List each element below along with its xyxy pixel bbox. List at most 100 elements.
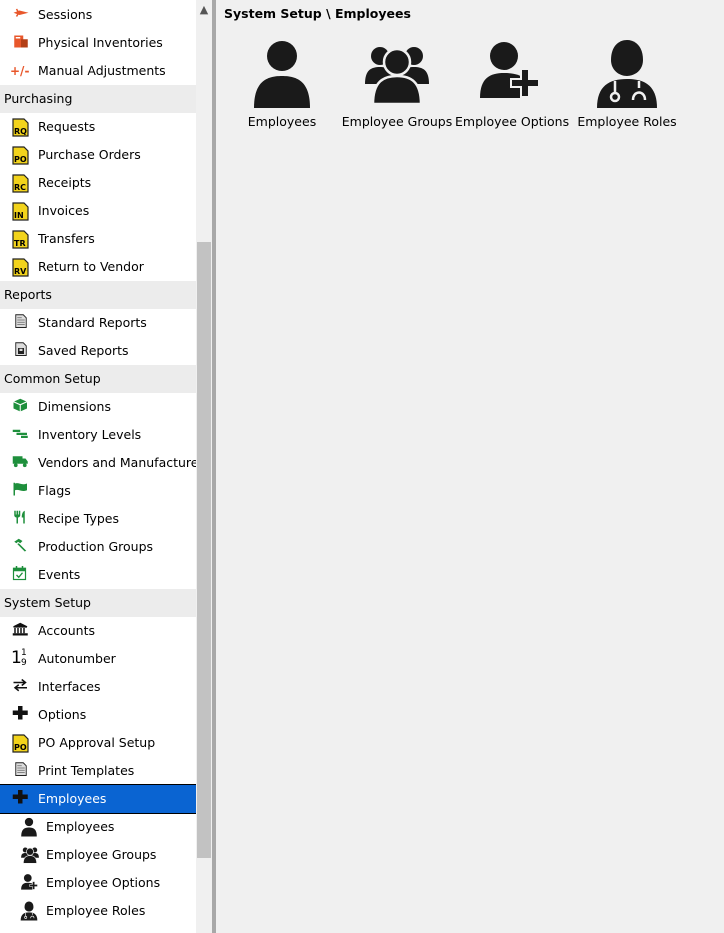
tile-label: Employee Groups bbox=[341, 114, 453, 129]
sidebar-item-return-to-vendor[interactable]: RV Return to Vendor bbox=[0, 253, 196, 281]
section-header-label: Common Setup bbox=[4, 371, 101, 386]
section-header-system-setup: System Setup bbox=[0, 589, 196, 617]
sidebar-item-label: Dimensions bbox=[38, 399, 111, 414]
sidebar-item-requests[interactable]: RQ Requests bbox=[0, 113, 196, 141]
sidebar-item-production-groups[interactable]: Production Groups bbox=[0, 533, 196, 561]
sidebar-item-label: Options bbox=[38, 707, 87, 722]
sidebar-item-autonumber[interactable]: 1 1 9 Autonumber bbox=[0, 645, 196, 673]
sidebar-item-events[interactable]: Events bbox=[0, 561, 196, 589]
sidebar-item-label: Receipts bbox=[38, 175, 92, 190]
section-header-common-setup: Common Setup bbox=[0, 365, 196, 393]
doc-code-label: RQ bbox=[14, 127, 27, 136]
plus-icon bbox=[10, 790, 32, 808]
sidebar-item-label: Invoices bbox=[38, 203, 90, 218]
doc-code-icon: TR bbox=[12, 230, 29, 249]
sidebar-subitem-employee-groups[interactable]: Employee Groups bbox=[0, 841, 196, 869]
section-header-label: Reports bbox=[4, 287, 52, 302]
sidebar-subitem-employee-options[interactable]: Employee Options bbox=[0, 869, 196, 897]
cube-icon bbox=[10, 398, 32, 416]
report-icon bbox=[10, 762, 32, 780]
sidebar-item-label: Requests bbox=[38, 119, 96, 134]
report-icon bbox=[10, 314, 32, 332]
sidebar-item-label: Production Groups bbox=[38, 539, 154, 554]
doc-code-label: RC bbox=[14, 183, 27, 192]
sidebar-item-label: Transfers bbox=[38, 231, 95, 246]
manual-adjustments-icon: +/- bbox=[10, 64, 30, 78]
sidebar-item-receipts[interactable]: RC Receipts bbox=[0, 169, 196, 197]
calendar-check-icon bbox=[10, 566, 32, 584]
sidebar-item-dimensions[interactable]: Dimensions bbox=[0, 393, 196, 421]
scrollbar-thumb[interactable] bbox=[197, 242, 211, 858]
saved-report-icon bbox=[10, 342, 32, 360]
sidebar-item-transfers[interactable]: TR Transfers bbox=[0, 225, 196, 253]
doc-code-icon: PO bbox=[12, 146, 29, 165]
tile-employees[interactable]: Employees bbox=[225, 38, 339, 134]
sidebar-item-accounts[interactable]: Accounts bbox=[0, 617, 196, 645]
sidebar-item-purchase-orders[interactable]: PO Purchase Orders bbox=[0, 141, 196, 169]
sidebar-item-label: Return to Vendor bbox=[38, 259, 144, 274]
sidebar-item-employees[interactable]: Employees bbox=[0, 784, 196, 814]
sidebar-item-label: Accounts bbox=[38, 623, 95, 638]
sidebar-item-physical-inventories[interactable]: Physical Inventories bbox=[0, 29, 196, 57]
sidebar-item-flags[interactable]: Flags bbox=[0, 477, 196, 505]
sidebar-item-options[interactable]: Options bbox=[0, 701, 196, 729]
exchange-icon bbox=[10, 678, 32, 696]
sidebar-item-label: Employee Roles bbox=[46, 903, 146, 918]
sidebar-item-label: Employees bbox=[38, 791, 107, 806]
plus-icon bbox=[10, 706, 32, 724]
sidebar-item-recipe-types[interactable]: Recipe Types bbox=[0, 505, 196, 533]
flag-icon bbox=[10, 482, 32, 500]
sidebar-item-label: Flags bbox=[38, 483, 71, 498]
sidebar-item-vendors-and-manufacturers[interactable]: Vendors and Manufacturers bbox=[0, 449, 196, 477]
sidebar-item-label: Sessions bbox=[38, 7, 93, 22]
sidebar-subitem-employee-roles[interactable]: Employee Roles bbox=[0, 897, 196, 925]
doc-code-label: PO bbox=[14, 743, 27, 752]
sidebar-scrollbar[interactable]: ▲ bbox=[196, 0, 212, 933]
sidebar-item-saved-reports[interactable]: Saved Reports bbox=[0, 337, 196, 365]
sidebar-item-label: Recipe Types bbox=[38, 511, 119, 526]
sidebar-item-label: Autonumber bbox=[38, 651, 116, 666]
doc-code-icon: RQ bbox=[12, 118, 29, 137]
doc-code-label: TR bbox=[14, 239, 26, 248]
sidebar-item-standard-reports[interactable]: Standard Reports bbox=[0, 309, 196, 337]
sidebar-nav: Sessions Physical Inventories +/- Manual Ad… bbox=[0, 0, 196, 933]
sidebar-item-label: Employee Groups bbox=[46, 847, 157, 862]
sidebar-subitem-employees[interactable]: Employees bbox=[0, 813, 196, 841]
doc-code-icon: RC bbox=[12, 174, 29, 193]
section-header-label: System Setup bbox=[4, 595, 91, 610]
tile-employee-options[interactable]: Employee Options bbox=[455, 38, 569, 134]
sidebar-item-manual-adjustments[interactable]: +/- Manual Adjustments bbox=[0, 57, 196, 85]
tile-employee-roles[interactable]: Employee Roles bbox=[570, 38, 684, 134]
tile-label: Employee Options bbox=[455, 114, 570, 129]
sidebar-item-po-approval-setup[interactable]: PO PO Approval Setup bbox=[0, 729, 196, 757]
sidebar-item-label: Purchase Orders bbox=[38, 147, 141, 162]
physical-inventories-icon bbox=[10, 34, 32, 52]
user-plus-icon bbox=[18, 873, 42, 893]
sessions-icon bbox=[10, 6, 32, 24]
section-header-label: Purchasing bbox=[4, 91, 73, 106]
user-doctor-icon bbox=[18, 901, 42, 921]
sidebar-item-inventory-levels[interactable]: Inventory Levels bbox=[0, 421, 196, 449]
main-panel: System Setup \ Employees Employees Emplo… bbox=[216, 0, 724, 933]
sidebar-item-interfaces[interactable]: Interfaces bbox=[0, 673, 196, 701]
sidebar-item-label: Saved Reports bbox=[38, 343, 129, 358]
sidebar-item-label: Employees bbox=[46, 819, 115, 834]
sidebar-item-label: Physical Inventories bbox=[38, 35, 163, 50]
sidebar-item-label: Interfaces bbox=[38, 679, 101, 694]
doc-code-icon: IN bbox=[12, 202, 29, 221]
scroll-up-arrow-icon[interactable]: ▲ bbox=[197, 3, 211, 17]
sidebar-item-invoices[interactable]: IN Invoices bbox=[0, 197, 196, 225]
tile-employee-groups[interactable]: Employee Groups bbox=[340, 38, 454, 134]
doc-code-label: IN bbox=[14, 211, 24, 220]
sidebar-item-sessions[interactable]: Sessions bbox=[0, 1, 196, 29]
sidebar-item-print-templates[interactable]: Print Templates bbox=[0, 757, 196, 785]
sidebar-item-label: Manual Adjustments bbox=[38, 63, 166, 78]
sidebar-item-label: Employee Options bbox=[46, 875, 161, 890]
doc-code-icon: PO bbox=[12, 734, 29, 753]
truck-icon bbox=[10, 454, 32, 472]
doc-code-label: PO bbox=[14, 155, 27, 164]
sidebar-item-label: PO Approval Setup bbox=[38, 735, 156, 750]
utensils-icon bbox=[10, 510, 32, 528]
tile-label: Employees bbox=[247, 114, 317, 129]
sidebar-item-label: Events bbox=[38, 567, 81, 582]
